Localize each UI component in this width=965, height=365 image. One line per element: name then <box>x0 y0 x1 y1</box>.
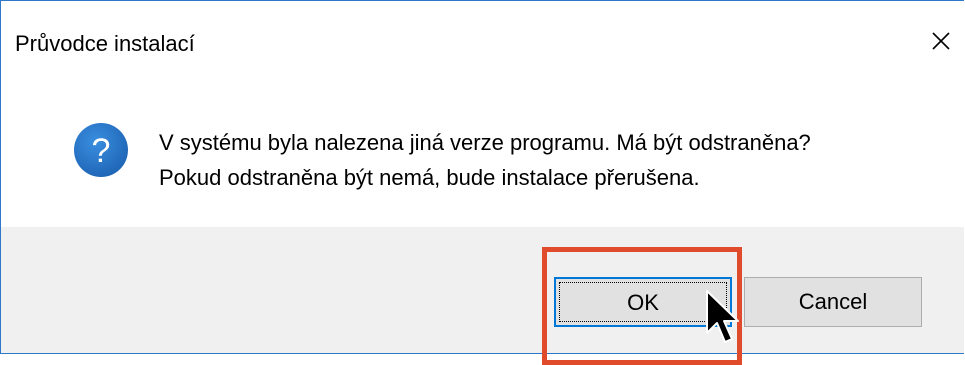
message-line: Pokud odstraněna být nemá, bude instalac… <box>159 165 700 190</box>
installer-dialog: Průvodce instalací ? V systému byla nale… <box>0 0 964 354</box>
cancel-button-label: Cancel <box>798 289 868 314</box>
message-line: V systému byla nalezena jiná verze progr… <box>159 130 811 155</box>
ok-button-label: OK <box>627 290 659 315</box>
mouse-cursor-icon <box>706 290 739 343</box>
close-button[interactable] <box>919 19 963 63</box>
close-icon <box>932 32 950 50</box>
cancel-button[interactable]: Cancel <box>744 277 922 327</box>
svg-text:?: ? <box>92 132 111 170</box>
dialog-title: Průvodce instalací <box>15 31 195 56</box>
dialog-message: V systému byla nalezena jiná verze progr… <box>159 125 811 195</box>
question-icon: ? <box>74 123 128 177</box>
button-bar: OK Cancel <box>1 227 964 353</box>
dialog-content: ? V systému byla nalezena jiná verze pro… <box>1 81 964 227</box>
title-bar: Průvodce instalací <box>1 1 964 81</box>
